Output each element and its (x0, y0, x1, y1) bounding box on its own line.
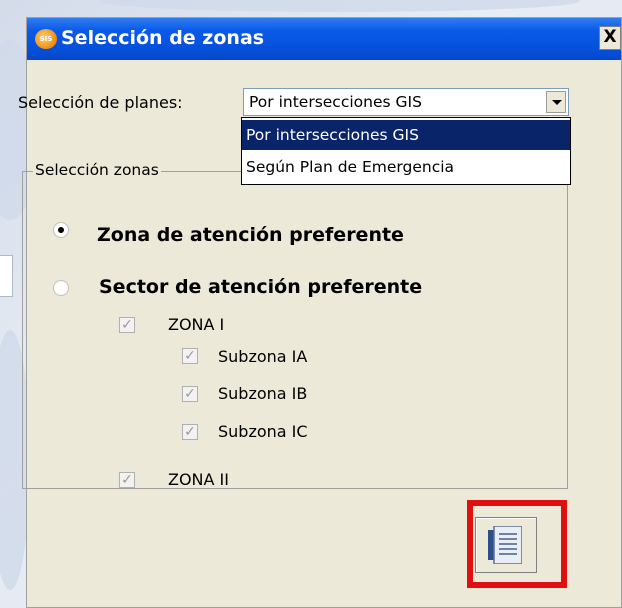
check-zona-ii-label: ZONA II (168, 470, 229, 489)
planes-selected-value: Por intersecciones GIS (249, 93, 422, 111)
zonas-legend: Selección zonas (33, 161, 161, 179)
chevron-down-icon[interactable] (546, 91, 566, 113)
side-panel-tab[interactable] (0, 255, 13, 297)
radio-sector[interactable] (53, 280, 69, 296)
planes-label: Selección de planes: (18, 93, 183, 112)
radio-zona[interactable] (53, 222, 69, 238)
check-subzona-ic-label: Subzona IC (218, 422, 308, 441)
check-subzona-ia-label: Subzona IA (218, 347, 308, 366)
planes-dropdown-list: Por intersecciones GIS Según Plan de Eme… (241, 117, 571, 185)
check-zona-ii[interactable]: ✓ (119, 472, 135, 488)
radio-zona-label[interactable]: Zona de atención preferente (97, 224, 404, 246)
dropdown-option[interactable]: Por intersecciones GIS (242, 120, 570, 150)
check-subzona-ia[interactable]: ✓ (182, 348, 198, 364)
check-subzona-ic[interactable]: ✓ (182, 424, 198, 440)
planes-combobox[interactable]: Por intersecciones GIS (243, 88, 569, 116)
radio-selected-dot (58, 227, 64, 233)
close-button[interactable]: X (599, 26, 621, 50)
radio-sector-label[interactable]: Sector de atención preferente (99, 276, 422, 298)
title-bar[interactable]: SIS Selección de zonas X (27, 18, 621, 60)
check-subzona-ib-label: Subzona IB (218, 384, 308, 403)
check-zona-i[interactable]: ✓ (119, 317, 135, 333)
document-list-icon (488, 526, 522, 564)
check-subzona-ib[interactable]: ✓ (182, 386, 198, 402)
check-zona-i-label: ZONA I (168, 315, 225, 334)
accept-button[interactable] (475, 517, 537, 573)
app-logo-icon: SIS (35, 29, 57, 49)
zonas-groupbox (22, 171, 568, 489)
window-title: Selección de zonas (61, 27, 265, 49)
dropdown-option[interactable]: Según Plan de Emergencia (242, 152, 570, 182)
